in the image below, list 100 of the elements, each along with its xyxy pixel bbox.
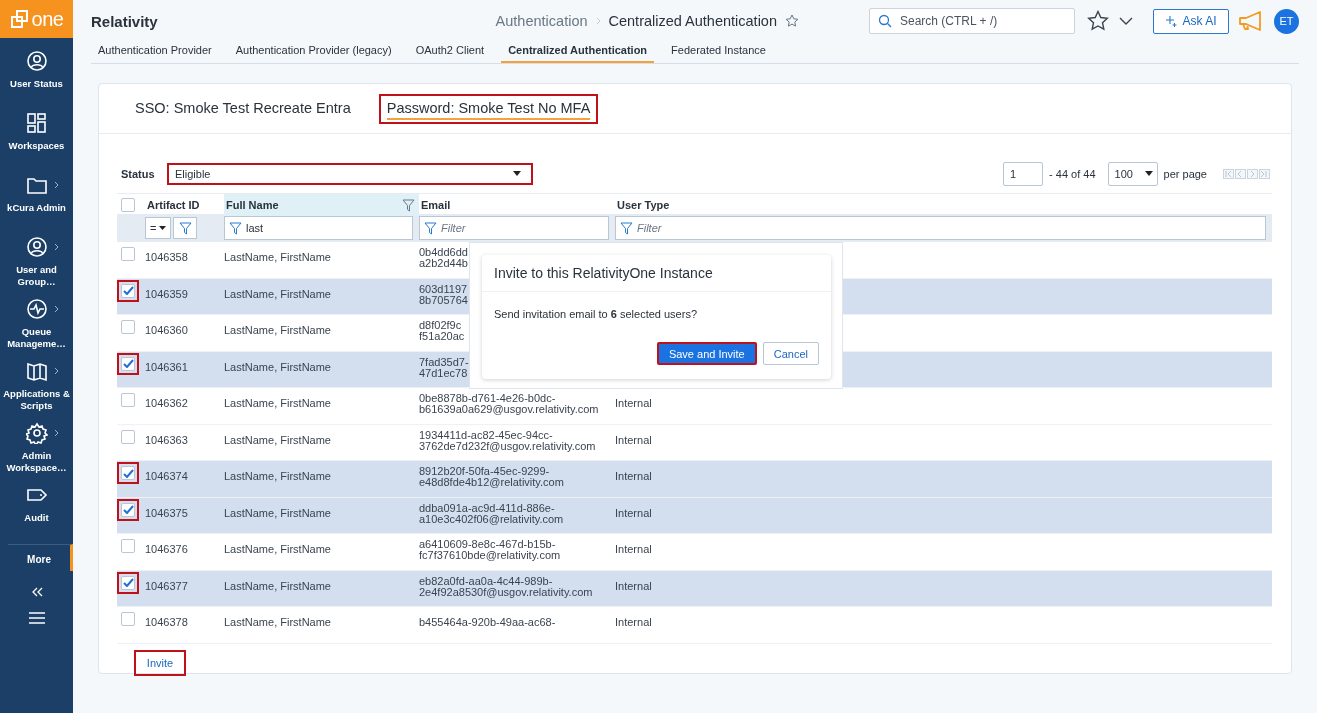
tab[interactable]: OAuth2 Client (408, 42, 492, 63)
table-cell: 1046362 (145, 398, 188, 409)
table-cell: Internal (615, 544, 652, 555)
filter-icon (229, 221, 242, 235)
table-cell: eb82a0fd-aa0a-4c44-989b- 2e4f92a8530f@usgov.relativity.com (419, 575, 593, 598)
breadcrumb-item: Centralized Authentication (608, 13, 777, 29)
filter-button[interactable] (173, 217, 197, 239)
table-cell: 1046377 (145, 580, 188, 592)
table-cell: b455464a-920b-49aa-ac68- (419, 617, 556, 628)
table-cell: 1046374 (145, 471, 188, 482)
breadcrumb-item[interactable]: Authentication (495, 13, 588, 29)
table-cell: 1046363 (145, 434, 188, 446)
row-checkbox[interactable] (117, 571, 139, 594)
chevron-down-icon[interactable] (1119, 17, 1133, 25)
menu-icon[interactable] (27, 611, 46, 625)
provider-tab[interactable]: Password: Smoke Test No MFA (378, 93, 599, 124)
filter-field[interactable]: Filter (615, 216, 1266, 240)
table-cell: Internal (615, 507, 652, 519)
table-cell: LastName, FirstName (224, 252, 331, 263)
status-dropdown[interactable]: Eligible (167, 162, 533, 185)
row-checkbox[interactable] (117, 279, 139, 302)
sidebar-item[interactable]: User Status (0, 38, 73, 100)
logo-text: one (31, 7, 64, 31)
table-cell: LastName, FirstName (224, 398, 331, 409)
last-page-icon[interactable] (1259, 168, 1270, 179)
table-cell: Internal (615, 580, 652, 592)
invite-button[interactable]: Invite (134, 649, 186, 676)
table-cell: 1046358 (145, 252, 188, 263)
sidebar-item[interactable]: Applications & Scripts (0, 348, 73, 410)
tab[interactable]: Authentication Provider (legacy) (228, 42, 399, 63)
sidebar-item[interactable]: Admin Workspace… (0, 410, 73, 472)
caret-icon (513, 171, 521, 176)
provider-tab[interactable]: SSO: Smoke Test Recreate Entra (127, 93, 359, 124)
page-size-dropdown[interactable]: 100 (1107, 161, 1158, 186)
column-header[interactable]: User Type (615, 194, 1272, 216)
chevron-icon (595, 17, 601, 25)
checkmark-icon (122, 359, 134, 368)
filter-field[interactable]: last (224, 216, 413, 240)
table-cell: a6410609-8e8c-467d-b15b- fc7f37610bde@relativity.com (419, 539, 561, 561)
tab[interactable]: Federated Instance (664, 42, 773, 63)
user-icon (25, 236, 48, 258)
per-page-label: per page (1163, 167, 1207, 180)
next-page-icon[interactable] (1247, 168, 1258, 179)
user-icon (25, 50, 48, 72)
sparkle-icon (1165, 15, 1178, 27)
tab[interactable]: Authentication Provider (91, 42, 219, 63)
sidebar-label: Workspaces (7, 140, 66, 152)
first-page-icon[interactable] (1223, 168, 1234, 179)
sidebar-item[interactable]: Queue Manageme… (0, 286, 73, 348)
sidebar-label: Admin Workspace… (5, 450, 68, 474)
table-cell: LastName, FirstName (224, 434, 331, 446)
sidebar-item[interactable]: Audit (0, 472, 73, 534)
cancel-button[interactable]: Cancel (762, 342, 819, 365)
column-header[interactable]: Full Name (224, 194, 419, 216)
filter-icon (620, 221, 633, 235)
save-button[interactable]: Save and Invite (656, 342, 757, 365)
search-field[interactable]: Search (CTRL + /) (869, 8, 1075, 34)
status-label: Status (121, 167, 156, 180)
pulse-icon (25, 298, 48, 320)
sidebar-item[interactable]: User and Group… (0, 224, 73, 286)
sidebar-item[interactable]: kCura Admin (0, 162, 73, 224)
previous-page-icon[interactable] (1235, 168, 1246, 179)
page-range: - 44 of 44 (1049, 167, 1096, 180)
sidebar-label: Queue Manageme… (6, 326, 67, 350)
row-checkbox[interactable] (117, 352, 139, 375)
star-icon[interactable] (1087, 10, 1109, 32)
collapse-icon[interactable] (30, 587, 43, 597)
table-cell: LastName, FirstName (224, 507, 331, 519)
ask-ai-button[interactable]: Ask AI (1153, 8, 1229, 34)
table-cell: 1046375 (145, 507, 188, 519)
table-cell: 1934411d-ac82-45ec-94cc- 3762de7d232f@usgov.relativity.com (419, 429, 596, 452)
megaphone-icon[interactable] (1238, 11, 1264, 31)
avatar[interactable]: ET (1274, 8, 1299, 34)
sidebar-item[interactable]: Workspaces (0, 100, 73, 162)
table-cell: 0b4dd6dd a2b2d44b (419, 247, 468, 269)
table-cell: 1046378 (145, 617, 188, 628)
more-button[interactable]: More (8, 544, 73, 571)
column-header[interactable]: Email (419, 194, 615, 216)
row-checkbox[interactable] (117, 498, 139, 521)
row-checkbox[interactable] (117, 462, 139, 484)
table-cell: 1046361 (145, 361, 188, 373)
star-icon[interactable] (785, 14, 799, 28)
table-cell: LastName, FirstName (224, 544, 331, 555)
table-cell: Internal (615, 434, 652, 446)
page-field[interactable]: 1 (1003, 161, 1044, 186)
search-icon (878, 14, 892, 28)
app-title: Relativity (91, 12, 158, 30)
tab[interactable]: Centralized Authentication (501, 42, 655, 63)
column-header[interactable]: Artifact ID (145, 194, 224, 216)
table-cell: Internal (615, 617, 652, 628)
table-cell: 603d1197 8b705764 (419, 283, 468, 306)
operator-dropdown[interactable]: = (145, 217, 171, 239)
filter-field[interactable]: Filter (419, 216, 609, 240)
table-cell: 7fad35d7- 47d1ec78 (419, 356, 469, 379)
dialog-message: Send invitation email to 6 selected users? (493, 307, 699, 320)
gear-icon (25, 422, 48, 444)
filter-icon (178, 221, 192, 235)
table-cell: LastName, FirstName (224, 361, 331, 373)
filter-icon (424, 221, 437, 235)
sidebar-label: User Status (9, 78, 64, 90)
